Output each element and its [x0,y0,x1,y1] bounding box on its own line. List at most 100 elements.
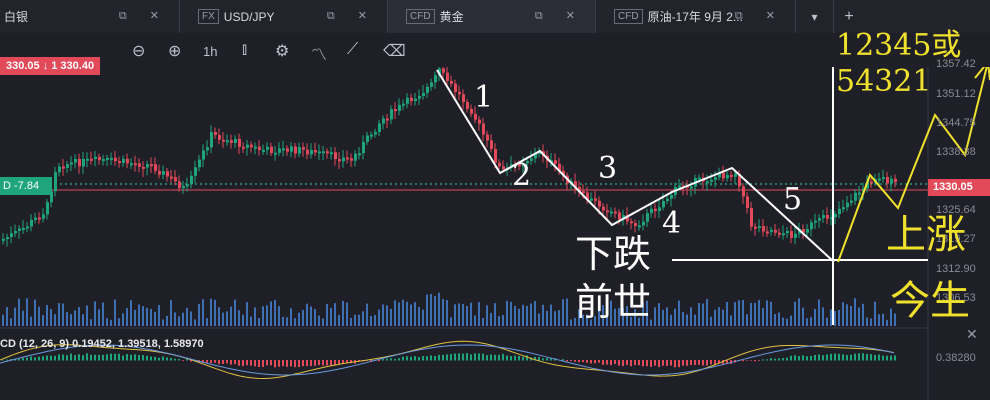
macd-bar [546,357,548,361]
wave-label-4: 4 [662,206,682,241]
candle-body [46,202,49,215]
macd-bar [490,354,492,361]
volume-bar [766,300,768,326]
candle-body [338,159,341,162]
candle-body [766,231,769,234]
macd-bar [886,355,888,361]
volume-bar [122,313,124,326]
macd-bar [318,360,320,366]
macd-bar [218,360,220,365]
volume-bar [222,312,224,326]
volume-bar [558,310,560,326]
candle-body [582,191,585,194]
macd-bar [610,360,612,366]
candle-body [118,161,121,164]
macd-bar [394,358,396,361]
candle-body [770,229,773,232]
volume-bar [870,318,872,326]
tab-usdjpy[interactable]: FX USD/JPY ⧉ ✕ [180,0,388,33]
volume-bar [306,303,308,326]
macd-bar [742,360,744,362]
timeframe-selector[interactable]: 1h [203,44,217,59]
macd-bar [138,354,140,361]
volume-bar [146,307,148,326]
tab-controls[interactable]: ⧉ ✕ [119,9,169,23]
volume-bar [874,301,876,326]
macd-bar [606,360,608,365]
volume-bar [446,299,448,326]
candle-body [326,151,329,154]
candle-body [286,148,289,152]
volume-bar [286,317,288,326]
candle-body [758,226,761,229]
volume-bar [834,310,836,326]
candle-body [78,158,81,167]
bid-ask-badge[interactable]: 330.05 ↓ 1 330.40 [0,57,101,75]
macd-bar [410,356,412,361]
volume-bar [254,307,256,326]
tab-gold[interactable]: CFD 黄金 ⧉ ✕ [388,0,596,33]
macd-bar [862,353,864,361]
candle-body [182,185,185,189]
volume-bar [302,309,304,326]
volume-bar [466,305,468,326]
zoom-in-icon[interactable]: ⊕ [168,41,181,61]
candle-body [330,152,333,155]
macd-bar [878,354,880,361]
candle-body [470,108,473,114]
macd-bar [670,360,672,366]
volume-bar [754,302,756,326]
volume-bar [522,304,524,326]
candle-body [230,140,233,143]
draw-line-icon[interactable]: ⟋ [347,41,358,59]
macd-bar [90,354,92,361]
indicator-icon[interactable]: 〽 [311,41,327,65]
tab-controls[interactable]: ⧉ ✕ [327,9,377,23]
macd-bar [474,353,476,361]
volume-bar [190,311,192,326]
candle-body [490,140,493,149]
tab-controls[interactable]: ⧉ ✕ [735,9,785,23]
candle-body [386,118,389,121]
volume-bar [66,312,68,326]
macd-bar [454,353,456,361]
candle-body [30,219,33,227]
volume-bar [550,304,552,326]
volume-bar [382,304,384,326]
candle-body [642,221,645,226]
candle-body [746,196,749,209]
volume-bar [738,300,740,326]
candle-body [394,109,397,112]
tab-crude-oil[interactable]: CFD 原油-17年 9月 2... ⧉ ✕ [596,0,796,33]
candle-body [458,91,461,95]
tab-dropdown-icon[interactable]: ▾ [796,0,834,33]
macd-bar [446,354,448,361]
macd-bar [638,360,640,366]
candle-body [786,230,789,234]
candle-body [782,233,785,236]
volume-bar [78,307,80,326]
candle-body [498,162,501,167]
zoom-out-icon[interactable]: ⊖ [132,41,145,61]
candle-body [122,158,125,163]
close-indicator-icon[interactable]: ✕ [966,326,978,343]
candle-body [810,222,813,230]
volume-bar [90,319,92,326]
volume-bar [126,308,128,326]
gear-icon[interactable]: ⚙ [275,41,289,61]
candle-body [666,198,669,202]
macd-bar [426,356,428,361]
volume-bar [762,308,764,326]
candlestick-icon[interactable]: ⫾ [242,41,247,59]
tab-silver[interactable]: 白银 ⧉ ✕ [0,0,180,33]
volume-bar [546,310,548,326]
macd-bar [402,356,404,361]
tab-controls[interactable]: ⧉ ✕ [535,9,585,23]
candle-body [206,147,209,151]
macd-bar [526,355,528,361]
candle-body [422,92,425,97]
volume-bar [750,302,752,326]
volume-bar [514,305,516,326]
eraser-icon[interactable]: ⌫ [383,41,406,61]
macd-bar [582,360,584,363]
